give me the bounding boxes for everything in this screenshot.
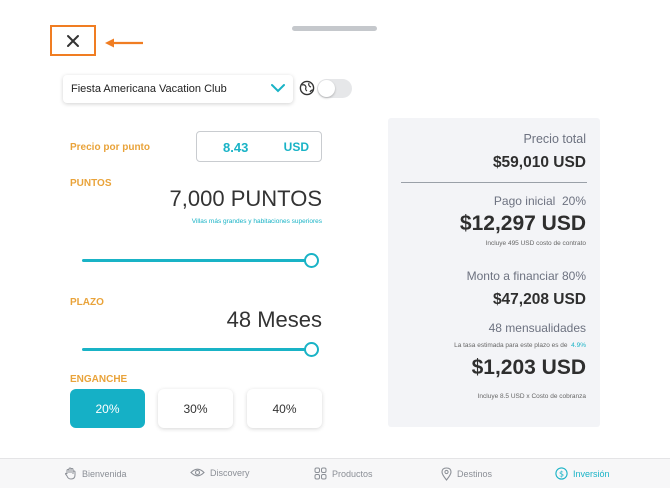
term-label: PLAZO [70,297,104,308]
eye-icon [190,468,205,477]
nav-item-destinos[interactable]: Destinos [441,467,492,481]
total-price-value: $59,010 USD [492,154,586,171]
initial-payment-text: Pago inicial [493,194,556,208]
monthly-payment-note: Incluye 8.5 USD x Costo de cobranza [477,393,586,400]
down-payment-label: ENGANCHE [70,374,128,385]
annotation-arrow [105,38,143,48]
summary-panel: Precio total $59,010 USD Pago inicial 20… [388,118,600,427]
nav-label-destinos: Destinos [457,469,493,479]
nav-label-discovery: Discovery [210,467,250,478]
nav-label-bienvenida: Bienvenida [82,468,127,479]
total-price-label: Precio total [523,132,586,146]
grid-icon [314,467,327,480]
initial-payment-label: Pago inicial 20% [494,194,586,208]
initial-payment-value: $12,297 USD [459,212,586,235]
location-pin-icon [441,467,452,481]
initial-payment-pct: 20% [561,194,586,208]
monthly-count-label: 48 mensualidades [488,321,586,335]
rate-note-text: La tasa estimada para este plazo es de [454,342,568,349]
points-label: PUNTOS [70,178,112,189]
monthly-payment-value: $1,203 USD [471,356,586,379]
club-select[interactable]: Fiesta Americana Vacation Club [63,75,293,103]
rate-note: La tasa estimada para este plazo es de 4… [454,342,586,349]
points-slider-track[interactable] [82,259,308,262]
down-payment-30-button[interactable]: 30% [158,389,233,428]
currency-toggle[interactable] [317,79,352,98]
down-payment-40-button[interactable]: 40% [247,389,322,428]
nav-item-productos[interactable]: Productos [314,467,373,480]
price-per-point-label: Precio por punto [70,142,150,153]
sheet-drag-handle[interactable] [292,26,377,31]
hand-icon [64,467,76,480]
price-per-point-currency: USD [283,140,309,154]
price-per-point-input[interactable]: 8.43 USD [196,131,322,162]
term-value: 48 Meses [226,307,322,332]
nav-item-discovery[interactable]: Discovery [190,467,250,478]
points-caption: Villas más grandes y habitaciones superi… [191,218,322,225]
finance-amount-label: Monto a financiar 80% [466,269,586,283]
svg-text:$: $ [559,469,564,478]
toggle-knob [318,80,335,97]
nav-label-productos: Productos [332,468,373,479]
summary-divider [401,182,587,183]
close-icon [67,34,79,47]
nav-item-bienvenida[interactable]: Bienvenida [64,467,127,480]
globe-icon[interactable] [299,80,315,96]
down-payment-20-button[interactable]: 20% [70,389,145,428]
finance-amount-value: $47,208 USD [492,291,586,308]
price-per-point-value: 8.43 [223,140,249,155]
points-value: 7,000 PUNTOS [169,186,322,211]
points-slider-thumb[interactable] [304,253,319,268]
close-button[interactable] [50,25,96,56]
chevron-down-icon [271,84,285,93]
nav-item-inversion[interactable]: $ Inversión [555,467,610,480]
initial-payment-note: Incluye 495 USD costo de contrato [485,240,586,247]
club-select-value: Fiesta Americana Vacation Club [71,83,227,95]
dollar-icon: $ [555,467,568,480]
term-slider-track[interactable] [82,348,308,351]
nav-label-inversion: Inversión [573,468,610,479]
term-slider-thumb[interactable] [304,342,319,357]
bottom-nav: Bienvenida Discovery Productos Destinos … [0,458,670,488]
rate-value: 4.9% [571,342,586,349]
